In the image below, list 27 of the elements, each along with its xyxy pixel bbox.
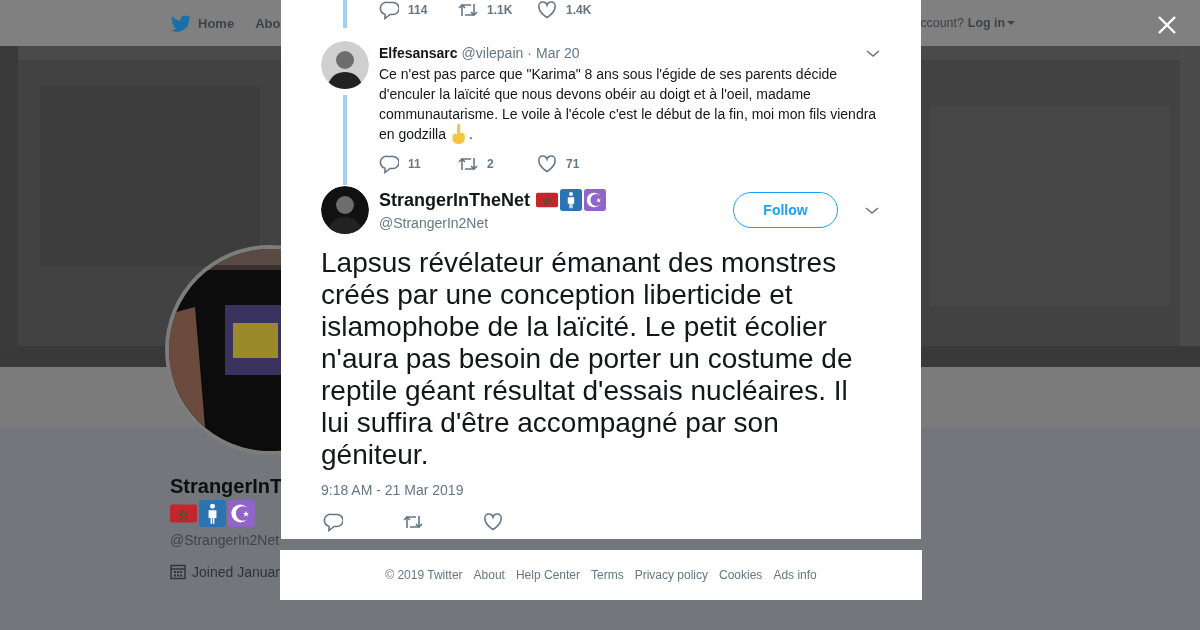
footer-link[interactable]: Privacy policy <box>634 568 708 582</box>
caret-icon <box>1007 21 1015 25</box>
like-count: 1.4K <box>566 3 592 17</box>
reply-icon[interactable] <box>379 0 399 20</box>
close-icon[interactable] <box>1157 15 1177 35</box>
reply-count: 114 <box>408 3 428 17</box>
crescent-icon <box>228 500 255 527</box>
retweet-count: 1.1K <box>487 3 513 17</box>
like-icon[interactable] <box>483 512 503 532</box>
nav-link[interactable]: Abo <box>255 15 281 31</box>
bird-icon <box>170 12 192 34</box>
account-prompt: ccount? <box>920 16 964 30</box>
footer-link[interactable]: Help Center <box>515 568 580 582</box>
footer-link[interactable]: Ads info <box>773 568 817 582</box>
copyright: © 2019 Twitter <box>385 568 463 582</box>
joined-date: Joined Januar <box>192 564 280 580</box>
login-menu[interactable]: Log in <box>967 16 1015 30</box>
tweet-timestamp[interactable]: 9:18 AM - 21 Mar 2019 <box>321 482 881 498</box>
like-icon[interactable] <box>537 0 557 20</box>
footer-link[interactable]: Cookies <box>719 568 763 582</box>
footer-link[interactable]: Terms <box>591 568 624 582</box>
footer-link[interactable]: About <box>473 568 505 582</box>
calendar-icon <box>170 564 186 580</box>
home-label[interactable]: Home <box>198 15 235 31</box>
reply-icon[interactable] <box>323 512 343 532</box>
profile-name: StrangerInT <box>170 474 283 498</box>
person-icon <box>199 500 226 527</box>
